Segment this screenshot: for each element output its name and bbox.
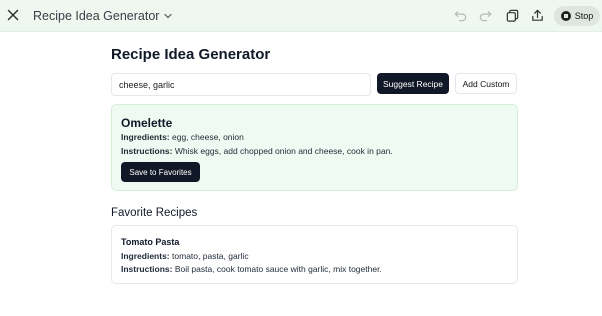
app-title: Recipe Idea Generator [33,9,160,23]
ingredients-label: Ingredients: [121,251,170,261]
suggested-recipe-card: Omelette Ingredients: egg, cheese, onion… [111,104,518,191]
undo-icon[interactable] [453,8,468,23]
stop-label: Stop [574,11,594,21]
favorite-ingredients: Ingredients: tomato, pasta, garlic [121,251,249,261]
instructions-value: Boil pasta, cook tomato sauce with garli… [174,264,382,274]
favorite-recipe-card: Tomato Pasta Ingredients: tomato, pasta,… [111,225,518,284]
stop-button[interactable]: Stop [554,6,600,26]
stop-icon [560,11,571,21]
app-title-dropdown[interactable]: Recipe Idea Generator [33,9,173,23]
instructions-label: Instructions: [121,264,173,274]
ingredients-label: Ingredients: [121,132,170,142]
ingredients-value: egg, cheese, onion [172,132,244,142]
instructions-value: Whisk eggs, add chopped onion and cheese… [174,146,393,156]
favorite-instructions: Instructions: Boil pasta, cook tomato sa… [121,264,382,274]
add-custom-button[interactable]: Add Custom [455,73,517,94]
ingredients-value: tomato, pasta, garlic [172,251,249,261]
top-bar: Recipe Idea Generator Stop [0,0,602,32]
suggest-recipe-button[interactable]: Suggest Recipe [377,73,449,94]
recipe-name: Omelette [121,116,173,130]
save-to-favorites-button[interactable]: Save to Favorites [121,162,200,182]
share-icon[interactable] [530,8,545,23]
page-title: Recipe Idea Generator [111,46,271,63]
recipe-ingredients: Ingredients: egg, cheese, onion [121,132,244,142]
close-icon[interactable] [5,7,21,23]
redo-icon[interactable] [478,8,493,23]
chevron-down-icon [164,13,173,19]
ingredients-input[interactable] [111,73,371,96]
copy-icon[interactable] [505,8,520,23]
favorite-recipe-name: Tomato Pasta [121,237,180,247]
recipe-instructions: Instructions: Whisk eggs, add chopped on… [121,146,393,156]
instructions-label: Instructions: [121,146,173,156]
favorites-heading: Favorite Recipes [111,207,198,219]
